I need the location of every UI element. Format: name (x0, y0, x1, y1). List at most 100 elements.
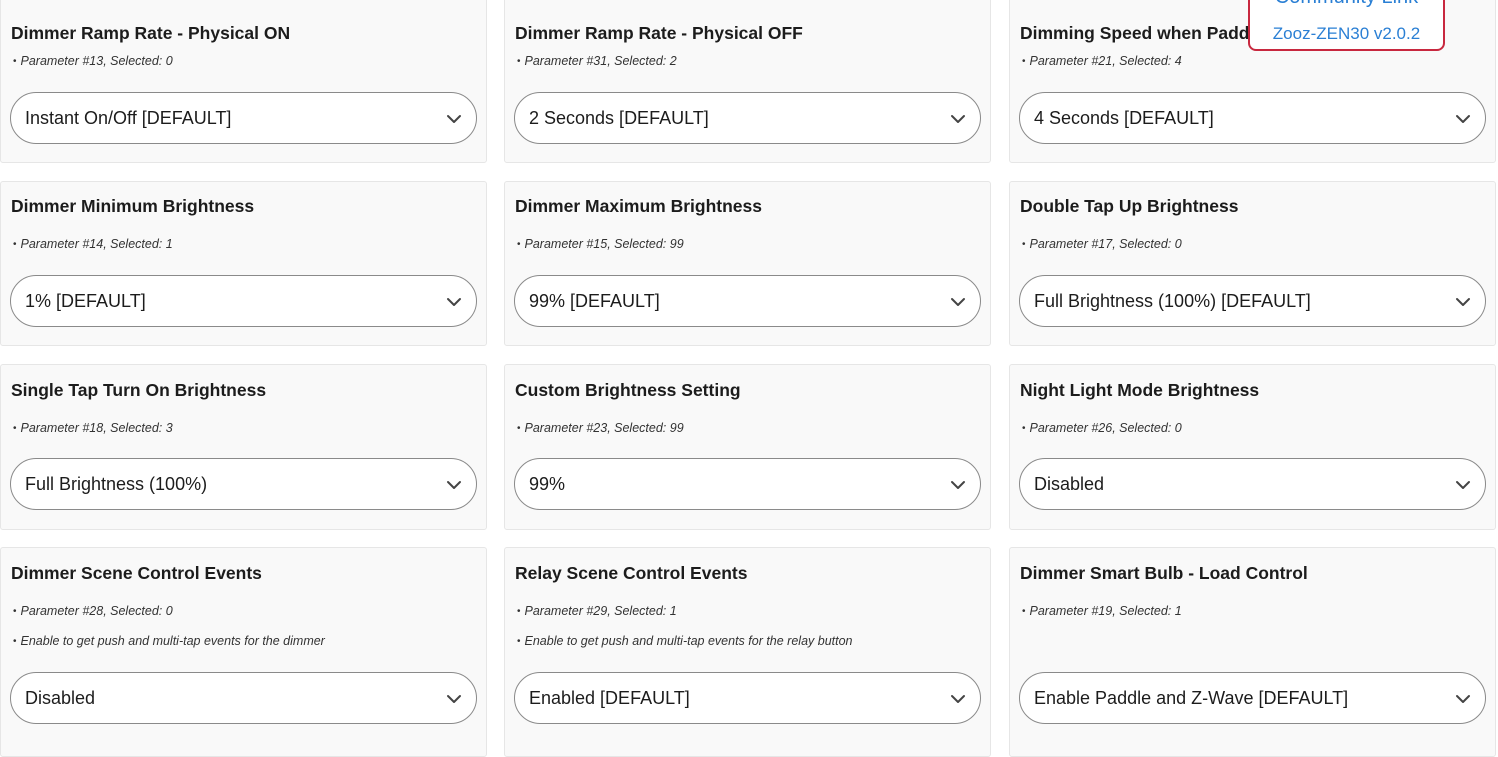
setting-note-text: Parameter #29, Selected: 1 (524, 604, 677, 618)
setting-title: Night Light Mode Brightness (1020, 380, 1260, 400)
chevron-down-icon (1455, 477, 1471, 493)
setting-note-text: Parameter #15, Selected: 99 (524, 237, 684, 251)
setting-card: Dimmer Scene Control Events • Parameter #2… (0, 547, 487, 757)
setting-note: • Enable to get push and multi-tap events… (13, 634, 325, 648)
bullet-icon: • (517, 56, 521, 67)
setting-title: Dimmer Ramp Rate - Physical OFF (515, 23, 803, 43)
setting-note: • Parameter #28, Selected: 0 (13, 604, 173, 618)
setting-select[interactable]: Instant On/Off [DEFAULT] (10, 92, 477, 144)
setting-select[interactable]: Disabled (10, 672, 477, 724)
setting-note: • Enable to get push and multi-tap events… (517, 634, 853, 648)
community-link-popup: Community Link Zooz-ZEN30 v2.0.2 (1248, 0, 1445, 51)
setting-note: • Parameter #31, Selected: 2 (517, 54, 677, 68)
setting-note-text: Parameter #21, Selected: 4 (1029, 54, 1182, 68)
bullet-icon: • (517, 606, 521, 617)
setting-select[interactable]: Enabled [DEFAULT] (514, 672, 981, 724)
setting-note-text: Parameter #23, Selected: 99 (524, 421, 684, 435)
setting-note: • Parameter #26, Selected: 0 (1022, 421, 1182, 435)
select-value: 1% [DEFAULT] (25, 291, 146, 311)
bullet-icon: • (13, 56, 17, 67)
chevron-down-icon (446, 691, 462, 707)
select-value: Full Brightness (100%) [DEFAULT] (1034, 291, 1311, 311)
setting-title: Dimmer Maximum Brightness (515, 196, 763, 216)
setting-note-text: Parameter #26, Selected: 0 (1029, 421, 1182, 435)
chevron-down-icon (1455, 294, 1471, 310)
bullet-icon: • (13, 636, 17, 647)
select-value: Disabled (25, 688, 96, 708)
setting-title: Double Tap Up Brightness (1020, 196, 1239, 216)
bullet-icon: • (1022, 423, 1026, 434)
setting-note: • Parameter #15, Selected: 99 (517, 237, 684, 251)
setting-note-text: Parameter #17, Selected: 0 (1029, 237, 1182, 251)
select-value: Enabled [DEFAULT] (529, 688, 690, 708)
chevron-down-icon (446, 294, 462, 310)
setting-title: Custom Brightness Setting (515, 380, 741, 400)
select-value: Full Brightness (100%) (25, 474, 208, 494)
setting-note: • Parameter #14, Selected: 1 (13, 237, 173, 251)
setting-card: Night Light Mode Brightness • Parameter #2… (1009, 364, 1496, 530)
setting-note: • Parameter #19, Selected: 1 (1022, 604, 1182, 618)
setting-card: Dimmer Maximum Brightness • Parameter #15,… (504, 181, 991, 346)
chevron-down-icon (446, 477, 462, 493)
bullet-icon: • (517, 636, 521, 647)
setting-note-text: Enable to get push and multi-tap events … (20, 634, 325, 648)
select-value: Disabled (1034, 474, 1105, 494)
setting-card: Dimmer Ramp Rate - Physical OFF • Paramete… (504, 0, 991, 163)
setting-select[interactable]: Full Brightness (100%) [DEFAULT] (1019, 275, 1486, 327)
setting-select[interactable]: 99% [DEFAULT] (514, 275, 981, 327)
setting-card: Dimmer Smart Bulb - Load Control • Paramet… (1009, 547, 1496, 757)
chevron-down-icon (950, 294, 966, 310)
setting-note: • Parameter #29, Selected: 1 (517, 604, 677, 618)
setting-note-text: Parameter #18, Selected: 3 (20, 421, 173, 435)
bullet-icon: • (1022, 239, 1026, 250)
setting-card: Relay Scene Control Events • Parameter #29… (504, 547, 991, 757)
setting-card: Dimmer Ramp Rate - Physical ON • Parameter… (0, 0, 487, 163)
setting-note: • Parameter #18, Selected: 3 (13, 421, 173, 435)
bullet-icon: • (517, 423, 521, 434)
setting-note-text: Parameter #19, Selected: 1 (1029, 604, 1182, 618)
setting-title: Dimmer Minimum Brightness (11, 196, 255, 216)
select-value: Instant On/Off [DEFAULT] (25, 108, 232, 128)
setting-card: Dimmer Minimum Brightness • Parameter #14,… (0, 181, 487, 346)
select-value: Enable Paddle and Z-Wave [DEFAULT] (1034, 688, 1349, 708)
select-value: 99% [DEFAULT] (529, 291, 660, 311)
bullet-icon: • (1022, 56, 1026, 67)
select-value: 2 Seconds [DEFAULT] (529, 108, 709, 128)
bullet-icon: • (13, 606, 17, 617)
setting-card: Double Tap Up Brightness • Parameter #17, … (1009, 181, 1496, 346)
select-value: 99% (529, 474, 566, 494)
setting-select[interactable]: Full Brightness (100%) (10, 458, 477, 510)
setting-note-text: Enable to get push and multi-tap events … (524, 634, 853, 648)
setting-note-text: Parameter #31, Selected: 2 (524, 54, 677, 68)
setting-select[interactable]: 1% [DEFAULT] (10, 275, 477, 327)
setting-title: Dimmer Scene Control Events (11, 563, 262, 583)
chevron-down-icon (950, 691, 966, 707)
bullet-icon: • (13, 423, 17, 434)
bullet-icon: • (1022, 606, 1026, 617)
setting-select[interactable]: Enable Paddle and Z-Wave [DEFAULT] (1019, 672, 1486, 724)
chevron-down-icon (1455, 111, 1471, 127)
setting-note: • Parameter #17, Selected: 0 (1022, 237, 1182, 251)
bullet-icon: • (517, 239, 521, 250)
driver-version-link[interactable]: Zooz-ZEN30 v2.0.2 (1250, 24, 1443, 44)
chevron-down-icon (950, 111, 966, 127)
bullet-icon: • (13, 239, 17, 250)
setting-note: • Parameter #13, Selected: 0 (13, 54, 173, 68)
setting-card: Single Tap Turn On Brightness • Parameter … (0, 364, 487, 530)
setting-select[interactable]: 99% (514, 458, 981, 510)
setting-select[interactable]: Disabled (1019, 458, 1486, 510)
chevron-down-icon (446, 111, 462, 127)
setting-title: Relay Scene Control Events (515, 563, 748, 583)
setting-note-text: Parameter #13, Selected: 0 (20, 54, 173, 68)
community-link[interactable]: Community Link (1250, 0, 1443, 9)
chevron-down-icon (950, 477, 966, 493)
setting-title: Dimmer Smart Bulb - Load Control (1020, 563, 1308, 583)
setting-title: Dimmer Ramp Rate - Physical ON (11, 23, 291, 43)
setting-title: Single Tap Turn On Brightness (11, 380, 267, 400)
select-value: 4 Seconds [DEFAULT] (1034, 108, 1214, 128)
setting-select[interactable]: 4 Seconds [DEFAULT] (1019, 92, 1486, 144)
setting-card: Custom Brightness Setting • Parameter #23,… (504, 364, 991, 530)
chevron-down-icon (1455, 691, 1471, 707)
setting-select[interactable]: 2 Seconds [DEFAULT] (514, 92, 981, 144)
setting-note-text: Parameter #14, Selected: 1 (20, 237, 173, 251)
